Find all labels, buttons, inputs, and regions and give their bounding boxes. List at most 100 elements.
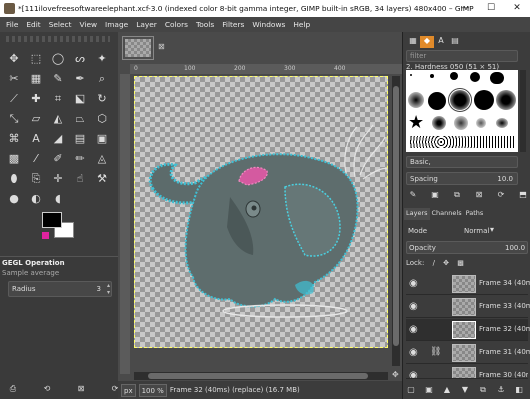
unified-transform-tool-icon[interactable]: ⬕ [70,90,90,108]
mypaint-brush-tool-icon[interactable]: ✏ [70,150,90,168]
swap-colors-icon[interactable] [42,232,49,239]
brush-swatch[interactable] [470,72,480,82]
heal-tool-icon[interactable]: ⬮ [4,170,24,188]
new-layer-icon[interactable]: ▣ [422,385,436,397]
menu-windows[interactable]: Windows [248,20,289,29]
clone-tool-icon[interactable]: ◬ [92,150,112,168]
new-layer-group-icon[interactable]: ▢ [404,385,418,397]
image-canvas[interactable] [134,76,388,348]
brush-swatch-selected[interactable] [448,88,472,112]
brush-grid[interactable]: ★ [406,70,518,152]
eraser-tool-icon[interactable]: ● [4,190,24,208]
horizontal-scrollbar[interactable] [134,372,388,380]
chain-link-icon[interactable]: ⛓ [430,347,441,357]
layer-name[interactable]: Frame 34 (40ms) [479,279,530,287]
brush-swatch[interactable] [410,74,412,76]
paintbrush-tool-icon[interactable]: ▣ [92,130,112,148]
fuzzy-select-tool-icon[interactable]: ✦ [92,50,112,68]
lock-alpha-icon[interactable]: ▩ [457,259,464,267]
color-picker-tool-icon[interactable]: ✒ [70,70,90,88]
text-tool-icon[interactable]: A [26,130,46,148]
layer-name[interactable]: Frame 31 (40ms) [479,348,530,356]
flip-tool-icon[interactable]: ◭ [48,110,68,128]
vertical-scroll-thumb[interactable] [393,86,399,346]
visibility-eye-icon[interactable]: ◉ [409,278,418,289]
brush-swatch[interactable] [496,90,516,110]
brushes-tab-icon[interactable]: ▦ [406,36,420,48]
menu-file[interactable]: File [2,20,22,29]
layer-row[interactable]: ◉ Frame 30 (40ms) [406,365,528,379]
new-brush-icon[interactable]: ▣ [428,190,442,202]
vertical-ruler[interactable] [120,74,130,374]
fg-bg-color-selector[interactable] [42,212,78,240]
brush-swatch[interactable] [408,92,424,108]
color-rotate-tool-icon[interactable]: ◐ [26,190,46,208]
lock-position-icon[interactable]: ✥ [443,259,449,267]
brush-swatch[interactable] [430,74,434,78]
tab-channels[interactable]: Channels [430,208,464,220]
patterns-tab-icon[interactable]: ◆ [420,36,434,48]
refresh-brushes-icon[interactable]: ⟳ [494,190,508,202]
close-window-button[interactable]: ✕ [504,0,530,17]
fonts-tab-icon[interactable]: A [434,36,448,48]
lower-layer-icon[interactable]: ▼ [458,385,472,397]
layer-row-active[interactable]: ◉ Frame 32 (40ms) [406,319,530,341]
smudge-tool-icon[interactable]: ☝ [70,170,90,188]
radius-field[interactable]: Radius 3 ▴ ▾ [8,281,112,297]
scissors-tool-icon[interactable]: ✂ [4,70,24,88]
scale-tool-icon[interactable]: ⤡ [4,110,24,128]
visibility-eye-icon[interactable]: ◉ [409,301,418,312]
menu-colors[interactable]: Colors [161,20,192,29]
restore-tool-preset-icon[interactable]: ⟲ [40,384,54,396]
gradient-tool-icon[interactable]: ▤ [70,130,90,148]
lock-pixels-icon[interactable]: / [433,259,435,267]
pencil-tool-icon[interactable]: ▩ [4,150,24,168]
brush-as-image-icon[interactable]: ⬒ [516,190,530,202]
menu-select[interactable]: Select [45,20,76,29]
layer-name[interactable]: Frame 32 (40ms) [479,325,530,333]
mode-select[interactable]: Normal [464,227,489,235]
layer-name[interactable]: Frame 33 (40ms) [479,302,530,310]
foreground-color-swatch[interactable] [42,212,62,228]
brush-swatch[interactable] [432,116,446,130]
menu-layer[interactable]: Layer [132,20,161,29]
measure-tool-icon[interactable]: ⟋ [4,90,24,108]
menu-filters[interactable]: Filters [218,20,248,29]
layer-row[interactable]: ◉ Frame 33 (40ms) [406,296,530,318]
blur-tool-icon[interactable]: ✛ [48,170,68,188]
navigate-icon[interactable]: ✥ [392,370,399,379]
shear-tool-icon[interactable]: ▱ [26,110,46,128]
menu-image[interactable]: Image [101,20,132,29]
document-history-tab-icon[interactable]: ▤ [448,36,462,48]
maximize-button[interactable]: ☐ [478,0,504,17]
brush-swatch[interactable] [474,90,494,110]
minimize-button[interactable]: — [452,0,478,17]
brush-swatch[interactable] [454,116,468,130]
free-select-tool-icon[interactable]: ᔕ [70,50,90,68]
vertical-scrollbar[interactable] [392,76,400,366]
crop-tool-icon[interactable]: ⌗ [48,90,68,108]
menu-help[interactable]: Help [289,20,314,29]
toolbox-drag-handle[interactable] [6,36,110,42]
brush-swatch[interactable] [490,72,504,84]
tab-layers[interactable]: Layers [404,208,430,220]
handle-transform-tool-icon[interactable]: ◖ [48,190,68,208]
opacity-field[interactable]: Opacity 100.0 [406,241,528,254]
layer-name[interactable]: Frame 30 (40ms) [479,371,528,378]
menu-edit[interactable]: Edit [22,20,44,29]
anchor-layer-icon[interactable]: ⚓ [494,385,508,397]
airbrush-tool-icon[interactable]: ⁄ [26,150,46,168]
ink-tool-icon[interactable]: ✐ [48,150,68,168]
rotate-tool-icon[interactable]: ↻ [92,90,112,108]
menu-tools[interactable]: Tools [192,20,218,29]
bucket-fill-tool-icon[interactable]: ◢ [48,130,68,148]
raise-layer-icon[interactable]: ▲ [440,385,454,397]
zoom-select[interactable]: 100 % [138,383,167,397]
brush-scrollbar[interactable] [520,70,526,152]
move-tool-icon[interactable]: ✥ [4,50,24,68]
horizontal-ruler[interactable]: 0 100 200 300 400 [130,64,402,74]
mode-dropdown-icon[interactable]: ▾ [490,225,494,234]
brush-preset-select[interactable]: Basic, [406,156,518,168]
spacing-field[interactable]: Spacing 10.0 [406,172,518,185]
save-tool-preset-icon[interactable]: ⎙ [6,384,20,396]
